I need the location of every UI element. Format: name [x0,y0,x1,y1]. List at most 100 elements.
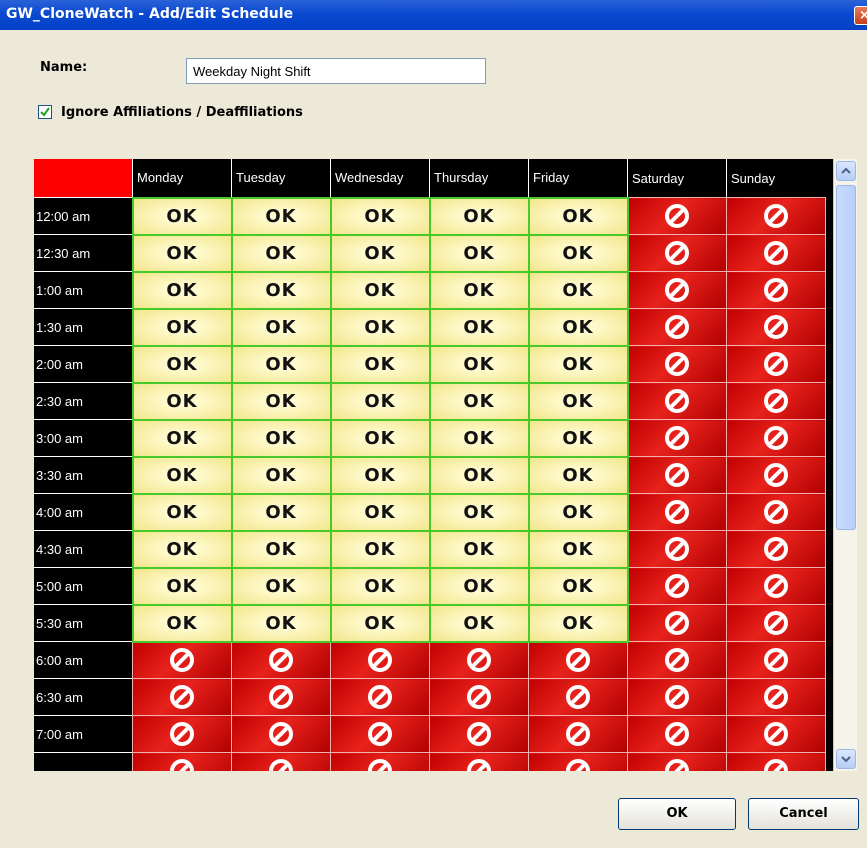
schedule-cell-ok[interactable]: OK [527,270,629,310]
schedule-cell-blocked[interactable] [330,678,430,716]
time-label[interactable]: 3:30 am [34,456,133,494]
title-bar[interactable]: GW_CloneWatch - Add/Edit Schedule × [0,0,867,30]
schedule-cell-blocked[interactable] [330,641,430,679]
ignore-affiliations-checkbox[interactable] [38,105,52,119]
schedule-cell-ok[interactable]: OK [329,307,431,347]
time-label[interactable]: 5:00 am [34,567,133,605]
time-label[interactable]: 7:00 am [34,715,133,753]
schedule-cell-ok[interactable]: OK [230,270,332,310]
schedule-cell-blocked[interactable] [627,234,727,272]
day-header-tuesday[interactable]: Tuesday [231,159,331,198]
schedule-cell-blocked[interactable] [627,567,727,605]
schedule-cell-ok[interactable]: OK [428,307,530,347]
schedule-cell-ok[interactable]: OK [131,196,233,236]
schedule-cell-blocked[interactable] [726,678,826,716]
corner-cell[interactable] [34,159,133,198]
schedule-cell-ok[interactable]: OK [329,418,431,458]
schedule-cell-blocked[interactable] [627,345,727,383]
schedule-cell-ok[interactable]: OK [428,196,530,236]
schedule-cell-ok[interactable]: OK [230,196,332,236]
schedule-cell-blocked[interactable] [726,271,826,309]
schedule-cell-blocked[interactable] [726,345,826,383]
day-header-sunday[interactable]: Sunday [726,159,826,198]
schedule-cell-ok[interactable]: OK [527,233,629,273]
schedule-cell-blocked[interactable] [231,678,331,716]
day-header-thursday[interactable]: Thursday [429,159,529,198]
time-label[interactable]: 1:30 am [34,308,133,346]
schedule-cell-ok[interactable]: OK [131,270,233,310]
name-input[interactable] [186,58,486,84]
schedule-cell-blocked[interactable] [330,752,430,771]
schedule-cell-blocked[interactable] [627,530,727,568]
schedule-cell-blocked[interactable] [429,752,529,771]
schedule-cell-ok[interactable]: OK [428,233,530,273]
schedule-cell-blocked[interactable] [726,197,826,235]
schedule-cell-ok[interactable]: OK [230,344,332,384]
schedule-cell-blocked[interactable] [627,419,727,457]
scroll-up-button[interactable] [836,161,856,181]
schedule-cell-ok[interactable]: OK [329,381,431,421]
schedule-grid[interactable]: Monday Tuesday Wednesday Thursday Friday Satu… [34,159,833,771]
schedule-cell-ok[interactable]: OK [131,418,233,458]
schedule-cell-ok[interactable]: OK [329,492,431,532]
schedule-cell-ok[interactable]: OK [230,492,332,532]
schedule-cell-ok[interactable]: OK [527,455,629,495]
schedule-cell-ok[interactable]: OK [527,603,629,643]
schedule-cell-ok[interactable]: OK [329,455,431,495]
time-label[interactable]: 4:30 am [34,530,133,568]
time-label[interactable]: 5:30 am [34,604,133,642]
schedule-cell-ok[interactable]: OK [428,344,530,384]
schedule-cell-ok[interactable]: OK [131,381,233,421]
schedule-cell-blocked[interactable] [132,641,232,679]
schedule-cell-ok[interactable]: OK [131,233,233,273]
schedule-cell-ok[interactable]: OK [428,381,530,421]
schedule-cell-ok[interactable]: OK [428,492,530,532]
schedule-cell-blocked[interactable] [726,604,826,642]
schedule-cell-blocked[interactable] [726,530,826,568]
schedule-cell-blocked[interactable] [330,715,430,753]
schedule-cell-ok[interactable]: OK [230,455,332,495]
day-header-friday[interactable]: Friday [528,159,628,198]
schedule-cell-ok[interactable]: OK [527,566,629,606]
schedule-cell-ok[interactable]: OK [428,566,530,606]
scroll-down-button[interactable] [836,749,856,769]
schedule-cell-blocked[interactable] [627,197,727,235]
schedule-cell-blocked[interactable] [627,456,727,494]
time-label[interactable]: 6:00 am [34,641,133,679]
day-header-saturday[interactable]: Saturday [627,159,727,198]
schedule-cell-ok[interactable]: OK [230,566,332,606]
schedule-cell-ok[interactable]: OK [230,418,332,458]
schedule-cell-blocked[interactable] [627,641,727,679]
time-label[interactable]: 1:00 am [34,271,133,309]
time-label[interactable]: 6:30 am [34,678,133,716]
schedule-cell-ok[interactable]: OK [428,455,530,495]
schedule-cell-ok[interactable]: OK [527,344,629,384]
day-header-wednesday[interactable]: Wednesday [330,159,430,198]
day-header-monday[interactable]: Monday [132,159,232,198]
time-label[interactable]: 2:00 am [34,345,133,383]
schedule-cell-ok[interactable]: OK [230,233,332,273]
schedule-cell-blocked[interactable] [726,234,826,272]
schedule-cell-ok[interactable]: OK [329,233,431,273]
time-label[interactable]: 12:30 am [34,234,133,272]
schedule-cell-ok[interactable]: OK [527,196,629,236]
schedule-cell-ok[interactable]: OK [131,344,233,384]
schedule-cell-ok[interactable]: OK [230,603,332,643]
schedule-cell-ok[interactable]: OK [428,603,530,643]
schedule-cell-ok[interactable]: OK [329,270,431,310]
schedule-cell-blocked[interactable] [627,678,727,716]
schedule-cell-ok[interactable]: OK [428,529,530,569]
schedule-cell-blocked[interactable] [726,752,826,771]
schedule-cell-ok[interactable]: OK [230,307,332,347]
schedule-cell-blocked[interactable] [726,382,826,420]
schedule-cell-ok[interactable]: OK [131,492,233,532]
schedule-cell-ok[interactable]: OK [527,492,629,532]
schedule-cell-ok[interactable]: OK [428,270,530,310]
schedule-cell-ok[interactable]: OK [329,344,431,384]
cancel-button[interactable]: Cancel [748,798,859,830]
schedule-cell-blocked[interactable] [627,752,727,771]
schedule-cell-blocked[interactable] [627,382,727,420]
time-label[interactable]: 4:00 am [34,493,133,531]
schedule-cell-ok[interactable]: OK [329,566,431,606]
schedule-cell-blocked[interactable] [528,752,628,771]
